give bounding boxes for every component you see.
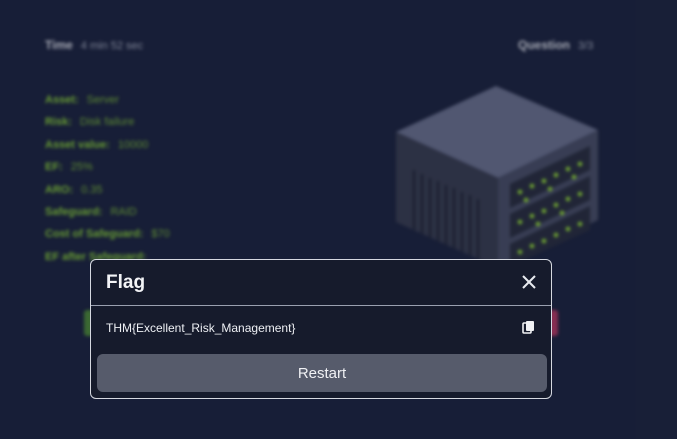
restart-button[interactable]: Restart <box>97 354 547 392</box>
dialog-title: Flag <box>106 272 146 293</box>
close-icon[interactable] <box>521 274 537 290</box>
dialog-header: Flag <box>91 260 551 306</box>
flag-dialog: Flag THM{Excellent_Risk_Management} Rest… <box>90 259 552 399</box>
copy-icon[interactable] <box>522 320 536 334</box>
flag-row: THM{Excellent_Risk_Management} <box>91 306 551 350</box>
flag-value: THM{Excellent_Risk_Management} <box>106 321 296 335</box>
